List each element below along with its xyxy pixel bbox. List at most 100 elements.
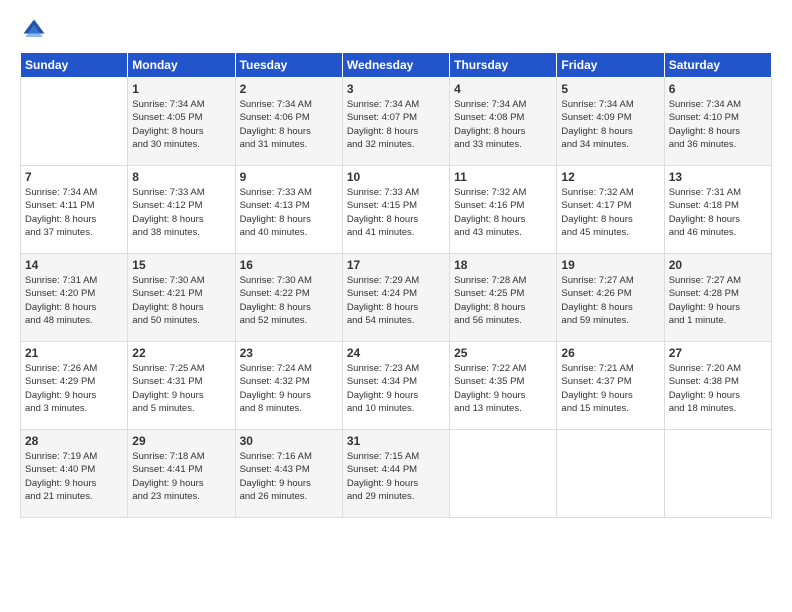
day-number: 28 [25,434,123,448]
weekday-header-monday: Monday [128,53,235,78]
day-cell: 16 Sunrise: 7:30 AM Sunset: 4:22 PM Dayli… [235,254,342,342]
day-info: Sunrise: 7:33 AM Sunset: 4:13 PM Dayligh… [240,187,312,238]
day-number: 19 [561,258,659,272]
day-number: 2 [240,82,338,96]
day-cell: 22 Sunrise: 7:25 AM Sunset: 4:31 PM Dayli… [128,342,235,430]
day-cell: 3Sunrise: 7:34 AM Sunset: 4:07 PM Daylig… [342,78,449,166]
day-cell: 24 Sunrise: 7:23 AM Sunset: 4:34 PM Dayli… [342,342,449,430]
day-cell: 25 Sunrise: 7:22 AM Sunset: 4:35 PM Dayli… [450,342,557,430]
day-info: Sunrise: 7:23 AM Sunset: 4:34 PM Dayligh… [347,363,419,414]
day-number: 10 [347,170,445,184]
day-number: 29 [132,434,230,448]
day-info: Sunrise: 7:28 AM Sunset: 4:25 PM Dayligh… [454,275,526,326]
week-row-1: 1 Sunrise: 7:34 AM Sunset: 4:05 PM Daylig… [21,78,772,166]
day-number: 31 [347,434,445,448]
day-cell: 12 Sunrise: 7:32 AM Sunset: 4:17 PM Dayli… [557,166,664,254]
logo [20,16,52,44]
day-number: 27 [669,346,767,360]
weekday-header-saturday: Saturday [664,53,771,78]
day-info: Sunrise: 7:22 AM Sunset: 4:35 PM Dayligh… [454,363,526,414]
day-info: Sunrise: 7:33 AM Sunset: 4:15 PM Dayligh… [347,187,419,238]
day-info: Sunrise: 7:34 AM Sunset: 4:08 PM Dayligh… [454,99,526,150]
day-number: 25 [454,346,552,360]
weekday-header-thursday: Thursday [450,53,557,78]
day-number: 24 [347,346,445,360]
day-cell: 8 Sunrise: 7:33 AM Sunset: 4:12 PM Daylig… [128,166,235,254]
weekday-header-friday: Friday [557,53,664,78]
day-number: 8 [132,170,230,184]
header [20,16,772,44]
week-row-4: 21 Sunrise: 7:26 AM Sunset: 4:29 PM Dayli… [21,342,772,430]
day-info: Sunrise: 7:32 AM Sunset: 4:16 PM Dayligh… [454,187,526,238]
day-number: 16 [240,258,338,272]
day-number: 13 [669,170,767,184]
day-info: Sunrise: 7:29 AM Sunset: 4:24 PM Dayligh… [347,275,419,326]
day-cell: 6Sunrise: 7:34 AM Sunset: 4:10 PM Daylig… [664,78,771,166]
day-number: 5 [561,82,659,96]
day-info: Sunrise: 7:31 AM Sunset: 4:20 PM Dayligh… [25,275,97,326]
day-number: 6 [669,82,767,96]
day-info: Sunrise: 7:19 AM Sunset: 4:40 PM Dayligh… [25,451,97,502]
day-cell: 1 Sunrise: 7:34 AM Sunset: 4:05 PM Daylig… [128,78,235,166]
day-info: Sunrise: 7:33 AM Sunset: 4:12 PM Dayligh… [132,187,204,238]
day-number: 4 [454,82,552,96]
weekday-header-row: SundayMondayTuesdayWednesdayThursdayFrid… [21,53,772,78]
day-cell: 28 Sunrise: 7:19 AM Sunset: 4:40 PM Dayli… [21,430,128,518]
weekday-header-tuesday: Tuesday [235,53,342,78]
day-number: 22 [132,346,230,360]
day-info: Sunrise: 7:15 AM Sunset: 4:44 PM Dayligh… [347,451,419,502]
day-cell: 21 Sunrise: 7:26 AM Sunset: 4:29 PM Dayli… [21,342,128,430]
day-info: Sunrise: 7:26 AM Sunset: 4:29 PM Dayligh… [25,363,97,414]
day-number: 21 [25,346,123,360]
day-number: 26 [561,346,659,360]
day-cell: 29 Sunrise: 7:18 AM Sunset: 4:41 PM Dayli… [128,430,235,518]
day-cell: 23 Sunrise: 7:24 AM Sunset: 4:32 PM Dayli… [235,342,342,430]
day-cell: 10 Sunrise: 7:33 AM Sunset: 4:15 PM Dayli… [342,166,449,254]
weekday-header-sunday: Sunday [21,53,128,78]
day-cell [450,430,557,518]
day-cell: 7 Sunrise: 7:34 AM Sunset: 4:11 PM Daylig… [21,166,128,254]
day-number: 9 [240,170,338,184]
day-cell: 14Sunrise: 7:31 AM Sunset: 4:20 PM Dayli… [21,254,128,342]
day-info: Sunrise: 7:34 AM Sunset: 4:07 PM Dayligh… [347,99,419,150]
day-cell: 13 Sunrise: 7:31 AM Sunset: 4:18 PM Dayli… [664,166,771,254]
day-cell: 18Sunrise: 7:28 AM Sunset: 4:25 PM Dayli… [450,254,557,342]
day-info: Sunrise: 7:34 AM Sunset: 4:11 PM Dayligh… [25,187,97,238]
day-number: 11 [454,170,552,184]
week-row-5: 28 Sunrise: 7:19 AM Sunset: 4:40 PM Dayli… [21,430,772,518]
day-info: Sunrise: 7:25 AM Sunset: 4:31 PM Dayligh… [132,363,204,414]
day-info: Sunrise: 7:30 AM Sunset: 4:22 PM Dayligh… [240,275,312,326]
day-number: 1 [132,82,230,96]
day-number: 15 [132,258,230,272]
day-info: Sunrise: 7:34 AM Sunset: 4:05 PM Dayligh… [132,99,204,150]
logo-icon [20,16,48,44]
day-info: Sunrise: 7:21 AM Sunset: 4:37 PM Dayligh… [561,363,633,414]
day-cell: 9 Sunrise: 7:33 AM Sunset: 4:13 PM Daylig… [235,166,342,254]
day-number: 17 [347,258,445,272]
day-info: Sunrise: 7:16 AM Sunset: 4:43 PM Dayligh… [240,451,312,502]
day-cell: 19 Sunrise: 7:27 AM Sunset: 4:26 PM Dayli… [557,254,664,342]
calendar-table: SundayMondayTuesdayWednesdayThursdayFrid… [20,52,772,518]
day-cell [21,78,128,166]
day-number: 23 [240,346,338,360]
day-cell [664,430,771,518]
day-info: Sunrise: 7:32 AM Sunset: 4:17 PM Dayligh… [561,187,633,238]
day-cell: 20 Sunrise: 7:27 AM Sunset: 4:28 PM Dayli… [664,254,771,342]
calendar-page: SundayMondayTuesdayWednesdayThursdayFrid… [0,0,792,612]
day-number: 12 [561,170,659,184]
day-cell: 31 Sunrise: 7:15 AM Sunset: 4:44 PM Dayli… [342,430,449,518]
day-info: Sunrise: 7:30 AM Sunset: 4:21 PM Dayligh… [132,275,204,326]
day-info: Sunrise: 7:34 AM Sunset: 4:06 PM Dayligh… [240,99,312,150]
day-cell: 4 Sunrise: 7:34 AM Sunset: 4:08 PM Daylig… [450,78,557,166]
day-info: Sunrise: 7:27 AM Sunset: 4:26 PM Dayligh… [561,275,633,326]
day-info: Sunrise: 7:24 AM Sunset: 4:32 PM Dayligh… [240,363,312,414]
day-number: 7 [25,170,123,184]
week-row-2: 7 Sunrise: 7:34 AM Sunset: 4:11 PM Daylig… [21,166,772,254]
week-row-3: 14Sunrise: 7:31 AM Sunset: 4:20 PM Dayli… [21,254,772,342]
day-info: Sunrise: 7:34 AM Sunset: 4:09 PM Dayligh… [561,99,633,150]
day-info: Sunrise: 7:31 AM Sunset: 4:18 PM Dayligh… [669,187,741,238]
day-cell: 26 Sunrise: 7:21 AM Sunset: 4:37 PM Dayli… [557,342,664,430]
day-info: Sunrise: 7:27 AM Sunset: 4:28 PM Dayligh… [669,275,741,326]
day-number: 20 [669,258,767,272]
day-info: Sunrise: 7:18 AM Sunset: 4:41 PM Dayligh… [132,451,204,502]
